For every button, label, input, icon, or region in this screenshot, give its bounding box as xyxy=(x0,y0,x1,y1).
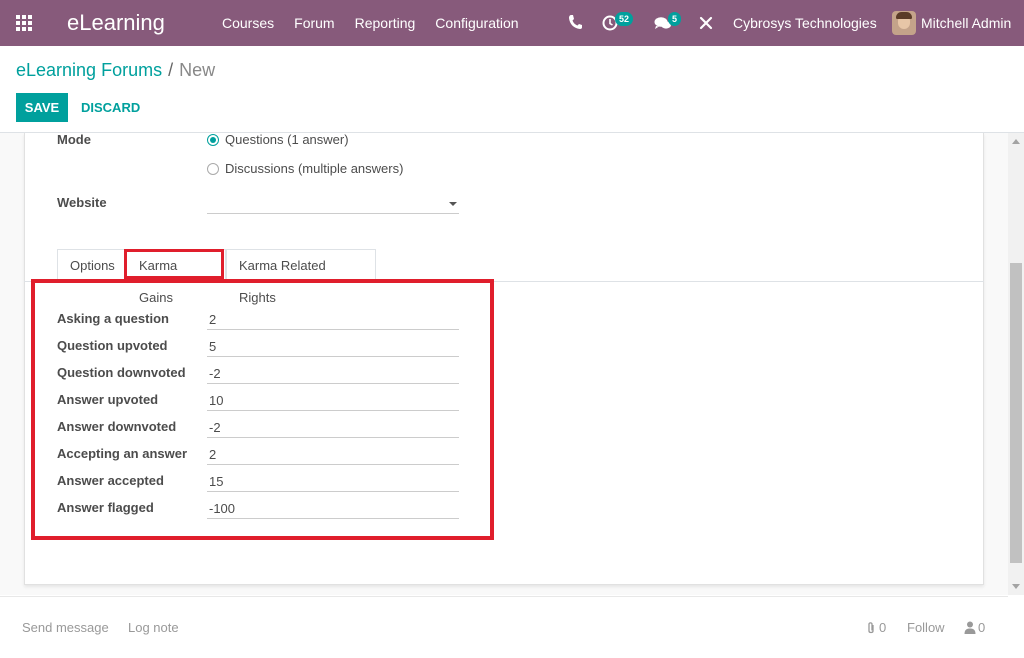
radio-checked-icon[interactable] xyxy=(207,133,219,146)
mode-option-questions[interactable]: Questions (1 answer) xyxy=(207,132,349,147)
mode-option-label: Questions (1 answer) xyxy=(225,132,349,147)
followers-count[interactable]: 0 xyxy=(978,620,985,635)
radio-unchecked-icon[interactable] xyxy=(207,162,219,175)
mode-option-discussions[interactable]: Discussions (multiple answers) xyxy=(207,161,403,176)
chatter-divider xyxy=(0,596,1008,597)
tab-options[interactable]: Options xyxy=(57,249,126,282)
followers-icon[interactable] xyxy=(964,621,976,634)
top-navbar: eLearning Courses Forum Reporting Config… xyxy=(0,0,1024,46)
paperclip-icon[interactable] xyxy=(866,621,876,635)
main-menu: Courses Forum Reporting Configuration xyxy=(212,15,529,31)
scroll-up-icon[interactable] xyxy=(1012,139,1020,144)
scroll-thumb[interactable] xyxy=(1010,263,1022,563)
save-button[interactable]: SAVE xyxy=(16,93,68,122)
follow-button[interactable]: Follow xyxy=(907,620,945,635)
discard-button[interactable]: DISCARD xyxy=(81,100,140,115)
user-menu[interactable]: Mitchell Admin xyxy=(921,15,1011,31)
company-switcher[interactable]: Cybrosys Technologies xyxy=(733,15,877,31)
menu-item-courses[interactable]: Courses xyxy=(222,15,274,31)
tab-karma-related-rights[interactable]: Karma Related Rights xyxy=(226,249,376,305)
activity-count-badge: 52 xyxy=(615,12,634,26)
tab-highlight-annotation xyxy=(124,249,224,279)
breadcrumb-parent[interactable]: eLearning Forums xyxy=(16,60,162,80)
user-avatar[interactable] xyxy=(892,11,916,35)
log-note-button[interactable]: Log note xyxy=(128,620,179,635)
website-select[interactable] xyxy=(207,192,459,214)
breadcrumb-current: New xyxy=(179,60,216,80)
breadcrumb: eLearning Forums / New xyxy=(16,60,215,81)
breadcrumb-separator: / xyxy=(168,60,174,80)
debug-tools-icon[interactable] xyxy=(699,15,713,31)
menu-item-reporting[interactable]: Reporting xyxy=(355,15,416,31)
message-count-badge: 5 xyxy=(668,12,682,26)
mode-option-label: Discussions (multiple answers) xyxy=(225,161,404,176)
caret-down-icon xyxy=(449,202,457,206)
attachment-count[interactable]: 0 xyxy=(879,620,886,635)
phone-icon[interactable] xyxy=(568,14,582,30)
activity-menu[interactable]: 52 xyxy=(602,12,636,33)
menu-item-configuration[interactable]: Configuration xyxy=(435,15,518,31)
scroll-down-icon[interactable] xyxy=(1012,584,1020,589)
send-message-button[interactable]: Send message xyxy=(22,620,109,635)
website-label: Website xyxy=(57,195,107,210)
vertical-scrollbar[interactable] xyxy=(1008,133,1024,595)
apps-menu-icon[interactable] xyxy=(16,15,34,31)
app-brand[interactable]: eLearning xyxy=(67,10,165,36)
messaging-menu[interactable]: 5 xyxy=(654,12,688,33)
menu-item-forum[interactable]: Forum xyxy=(294,15,334,31)
mode-label: Mode xyxy=(57,132,91,147)
karma-gains-highlight-annotation xyxy=(31,279,494,540)
